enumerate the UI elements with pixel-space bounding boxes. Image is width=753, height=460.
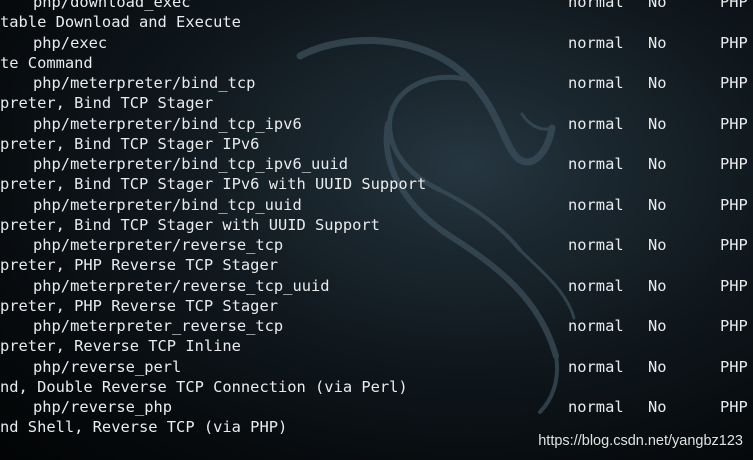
payload-check: No <box>648 155 667 173</box>
payload-name: php/meterpreter/reverse_tcp <box>33 236 284 254</box>
payload-description: preter, Bind TCP Stager with UUID Suppor… <box>0 215 380 234</box>
payload-rank: normal <box>568 357 624 376</box>
description-line: preter, PHP Reverse TCP Stager <box>0 296 753 316</box>
command-output: php/download_exec normal No PHP table Downlo… <box>0 0 753 438</box>
description-line: preter, PHP Reverse TCP Stager <box>0 255 753 275</box>
payload-platform: PHP <box>720 33 748 52</box>
payload-name: php/meterpreter/bind_tcp_uuid <box>33 195 302 214</box>
description-line: table Download and Execute <box>0 12 753 32</box>
payload-platform: PHP <box>720 276 748 295</box>
payload-description: te Command <box>0 53 93 72</box>
payload-check: No <box>648 317 667 335</box>
description-line: preter, Bind TCP Stager IPv6 with UUID S… <box>0 174 753 194</box>
payload-name: php/meterpreter/bind_tcp <box>33 74 256 92</box>
payload-platform: PHP <box>720 195 748 214</box>
payload-row: php/meterpreter/bind_tcp normal No PHP <box>0 73 753 93</box>
description-line: preter, Bind TCP Stager IPv6 <box>0 134 753 154</box>
payload-description: nd, Double Reverse TCP Connection (via P… <box>0 377 408 396</box>
payload-row: php/meterpreter/reverse_tcp normal No PHP <box>0 235 753 255</box>
description-line: preter, Reverse TCP Inline <box>0 336 753 356</box>
description-line: te Command <box>0 53 753 73</box>
payload-description: table Download and Execute <box>0 13 241 32</box>
payload-description: preter, PHP Reverse TCP Stager <box>0 296 278 315</box>
payload-name: php/meterpreter_reverse_tcp <box>33 317 284 335</box>
payload-row: php/meterpreter_reverse_tcp normal No PHP <box>0 316 753 336</box>
payload-check: No <box>648 357 667 376</box>
payload-platform: PHP <box>720 74 748 92</box>
payload-name: php/meterpreter/bind_tcp_ipv6_uuid <box>33 155 349 173</box>
payload-platform: PHP <box>720 398 748 416</box>
payload-name: php/download_exec <box>33 0 191 11</box>
payload-check: No <box>648 276 667 295</box>
payload-rank: normal <box>568 155 624 173</box>
payload-check: No <box>648 74 667 92</box>
payload-rank: normal <box>568 195 624 214</box>
watermark-text: https://blog.csdn.net/yangbz123 <box>538 433 743 449</box>
payload-name: php/meterpreter/bind_tcp_ipv6 <box>33 114 302 133</box>
payload-rank: normal <box>568 276 624 295</box>
payload-check: No <box>648 236 667 254</box>
payload-row: php/meterpreter/bind_tcp_ipv6 normal No PHP <box>0 114 753 134</box>
payload-rank: normal <box>568 33 624 52</box>
payload-platform: PHP <box>720 317 748 335</box>
description-line: preter, Bind TCP Stager <box>0 93 753 113</box>
payload-check: No <box>648 114 667 133</box>
payload-rank: normal <box>568 114 624 133</box>
payload-platform: PHP <box>720 236 748 254</box>
payload-check: No <box>648 0 667 11</box>
payload-check: No <box>648 33 667 52</box>
payload-row: php/reverse_php normal No PHP <box>0 397 753 417</box>
payload-rank: normal <box>568 317 624 335</box>
payload-rank: normal <box>568 398 624 416</box>
payload-name: php/meterpreter/reverse_tcp_uuid <box>33 276 330 295</box>
payload-check: No <box>648 195 667 214</box>
payload-platform: PHP <box>720 357 748 376</box>
payload-row: php/download_exec normal No PHP <box>0 0 753 12</box>
payload-description: preter, Bind TCP Stager IPv6 with UUID S… <box>0 175 427 194</box>
description-line: preter, Bind TCP Stager with UUID Suppor… <box>0 215 753 235</box>
payload-platform: PHP <box>720 155 748 173</box>
payload-platform: PHP <box>720 0 748 11</box>
payload-description: preter, Bind TCP Stager <box>0 94 214 113</box>
payload-description: preter, Reverse TCP Inline <box>0 337 241 356</box>
description-line: nd, Double Reverse TCP Connection (via P… <box>0 377 753 397</box>
payload-rank: normal <box>568 0 624 11</box>
payload-name: php/reverse_php <box>33 398 172 416</box>
payload-description: preter, PHP Reverse TCP Stager <box>0 256 278 275</box>
payload-check: No <box>648 398 667 416</box>
payload-platform: PHP <box>720 114 748 133</box>
payload-row: php/meterpreter/reverse_tcp_uuid normal No… <box>0 276 753 296</box>
payload-row: php/exec normal No PHP <box>0 33 753 53</box>
payload-description: preter, Bind TCP Stager IPv6 <box>0 134 260 153</box>
terminal-window[interactable]: php/download_exec normal No PHP table Downlo… <box>0 0 753 460</box>
payload-row: php/meterpreter/bind_tcp_ipv6_uuid normal… <box>0 154 753 174</box>
payload-rank: normal <box>568 74 624 92</box>
payload-row: php/meterpreter/bind_tcp_uuid normal No PHP <box>0 195 753 215</box>
payload-row: php/reverse_perl normal No PHP <box>0 357 753 377</box>
payload-description: nd Shell, Reverse TCP (via PHP) <box>0 418 288 437</box>
payload-name: php/exec <box>33 33 108 52</box>
payload-rank: normal <box>568 236 624 254</box>
payload-name: php/reverse_perl <box>33 357 182 376</box>
